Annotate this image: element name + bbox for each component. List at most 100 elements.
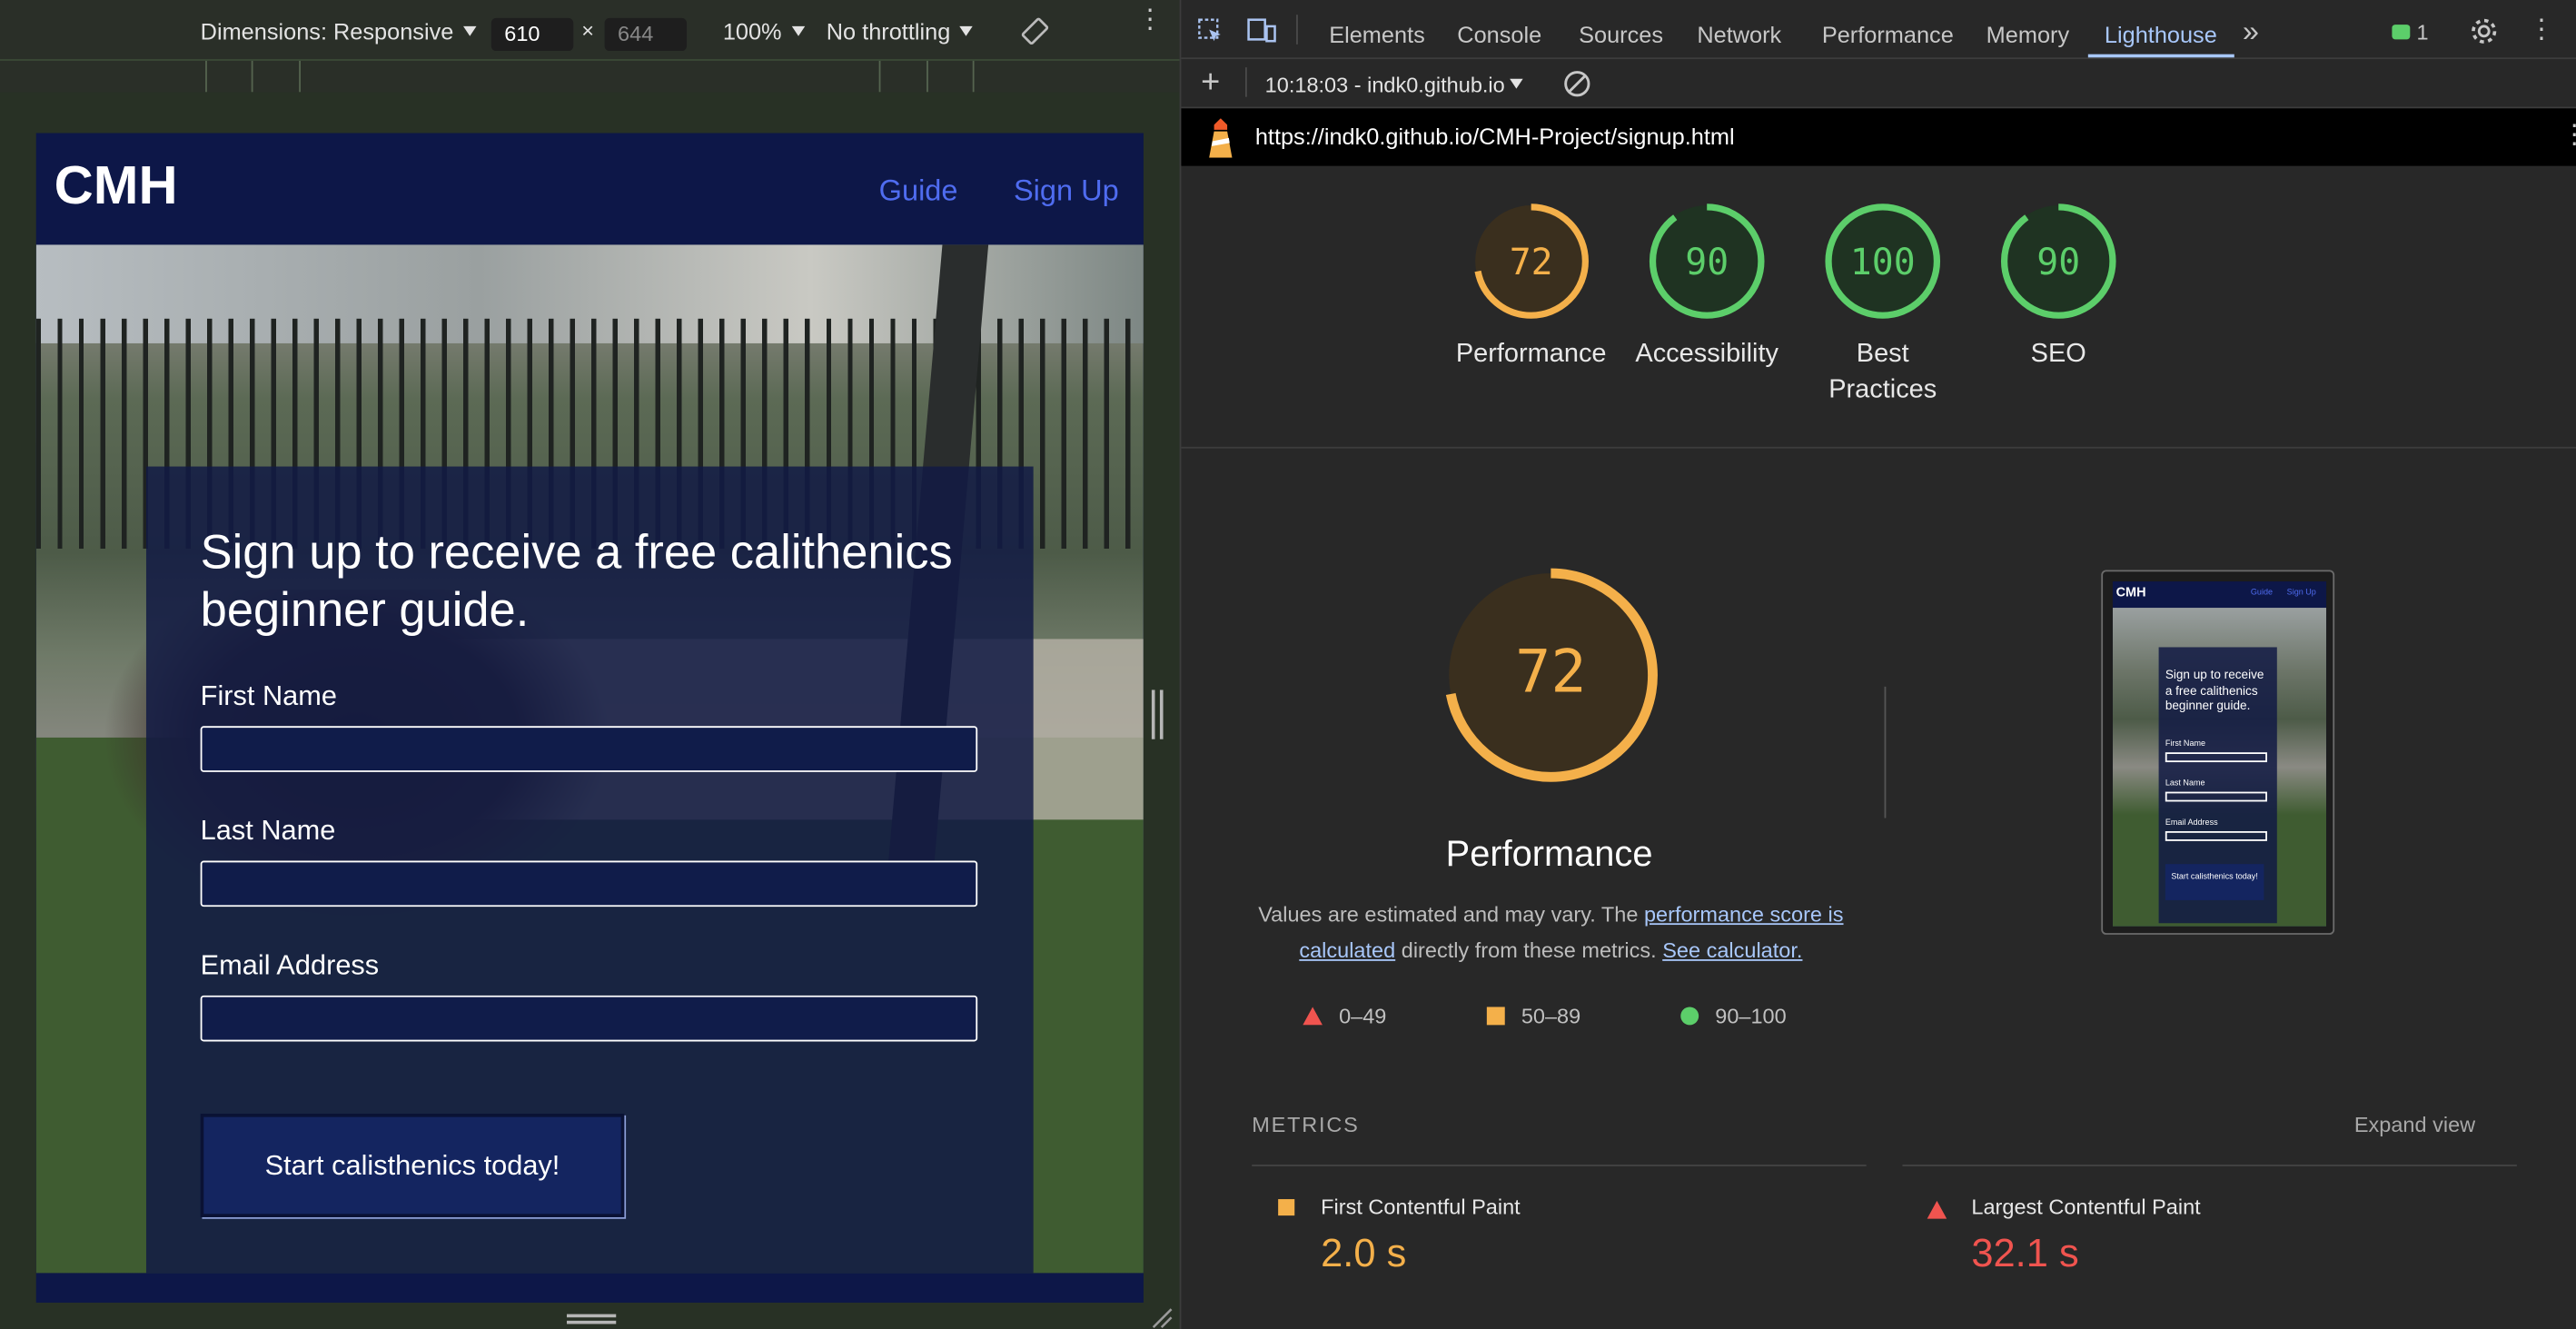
site-header: CMH Guide Sign Up bbox=[35, 133, 1144, 245]
metrics-divider bbox=[1902, 1165, 2517, 1166]
thumbnail-last-name-field bbox=[2165, 791, 2267, 802]
tab-network[interactable]: Network bbox=[1697, 22, 1781, 48]
metrics-divider bbox=[1252, 1165, 1867, 1166]
active-tab-indicator bbox=[2087, 54, 2234, 58]
hero-background-image: Sign up to receive a free calithenics be… bbox=[35, 244, 1144, 1274]
final-screenshot-thumbnail[interactable]: CMH Guide Sign Up Sign up to receive a f… bbox=[2101, 570, 2335, 935]
first-name-field[interactable] bbox=[200, 726, 978, 772]
description-text: directly from these metrics. bbox=[1395, 937, 1663, 963]
email-field[interactable] bbox=[200, 995, 978, 1042]
throttling-dropdown[interactable]: No throttling bbox=[827, 18, 974, 45]
height-input[interactable]: 644 bbox=[604, 17, 688, 52]
start-button[interactable]: Start calisthenics today! bbox=[200, 1114, 625, 1217]
legend-fail: 0–49 bbox=[1303, 1004, 1386, 1028]
legend-pass: 90–100 bbox=[1680, 1003, 1787, 1028]
toolbar-divider bbox=[1296, 15, 1298, 45]
circle-icon bbox=[1680, 1007, 1699, 1026]
dimensions-label: Dimensions: Responsive bbox=[200, 17, 454, 45]
gauge-score: 100 bbox=[1850, 242, 1916, 283]
report-url-bar: https://indk0.github.io/CMH-Project/sign… bbox=[1181, 108, 2576, 166]
thumbnail-heading: Sign up to receive a free calithenics be… bbox=[2165, 667, 2264, 713]
rotate-icon[interactable] bbox=[1020, 16, 1050, 51]
legend-pass-label: 90–100 bbox=[1715, 1003, 1787, 1028]
score-gauge-best-practices[interactable]: 100 Best Practices bbox=[1792, 201, 1973, 410]
thumbnail-start-button: Start calisthenics today! bbox=[2165, 864, 2264, 900]
issues-count: 1 bbox=[2416, 19, 2429, 45]
gauge-score: 90 bbox=[2036, 242, 2080, 283]
times-symbol: × bbox=[581, 17, 595, 44]
gauge-label: Best Practices bbox=[1828, 340, 1937, 404]
issues-icon bbox=[2392, 25, 2411, 40]
emulated-page: CMH Guide Sign Up Sign up to receive a f… bbox=[35, 133, 1144, 1303]
score-gauge-accessibility[interactable]: 90 Accessibility bbox=[1617, 201, 1798, 373]
description-text: Values are estimated and may vary. The bbox=[1258, 901, 1644, 927]
score-gauge-seo[interactable]: 90 SEO bbox=[1968, 201, 2149, 373]
nav-link-guide[interactable]: Guide bbox=[879, 174, 958, 209]
thumbnail-first-name-field bbox=[2165, 752, 2267, 763]
tab-sources[interactable]: Sources bbox=[1579, 22, 1663, 48]
gauge-ring: 72 bbox=[1473, 203, 1589, 319]
metric-lcp-value: 32.1 s bbox=[1971, 1232, 2079, 1277]
legend-average-label: 50–89 bbox=[1521, 1003, 1581, 1028]
inspect-element-icon[interactable] bbox=[1198, 18, 1224, 49]
thumbnail-page: CMH Guide Sign Up Sign up to receive a f… bbox=[2112, 581, 2327, 927]
device-toggle-icon[interactable] bbox=[1247, 18, 1277, 49]
thumbnail-nav-guide: Guide bbox=[2250, 588, 2274, 599]
devtools-panel: Elements Console Sources Network Perform… bbox=[1179, 0, 2576, 1329]
emulated-viewport-pane: Dimensions: Responsive 610 × 644 100% No… bbox=[0, 0, 1180, 1329]
legend-fail-label: 0–49 bbox=[1339, 1003, 1387, 1028]
tab-memory[interactable]: Memory bbox=[1986, 22, 2069, 48]
more-options-icon[interactable]: ⋮ bbox=[2529, 13, 2555, 45]
metrics-heading: METRICS bbox=[1252, 1112, 1360, 1137]
thumbnail-logo: CMH bbox=[2115, 584, 2146, 600]
last-name-field[interactable] bbox=[200, 860, 978, 907]
chevron-down-icon bbox=[463, 25, 477, 36]
throttling-label: No throttling bbox=[826, 17, 951, 45]
tab-performance[interactable]: Performance bbox=[1822, 22, 1954, 48]
tab-console[interactable]: Console bbox=[1457, 22, 1541, 48]
gauge-label: Performance bbox=[1455, 340, 1607, 369]
more-options-icon[interactable]: ⋮ bbox=[1137, 7, 1164, 34]
triangle-icon bbox=[1927, 1197, 1947, 1227]
zoom-dropdown[interactable]: 100% bbox=[723, 18, 805, 45]
gauge-score: 72 bbox=[1510, 242, 1553, 283]
site-logo[interactable]: CMH bbox=[54, 154, 178, 217]
viewport-width-handle[interactable] bbox=[1151, 689, 1164, 742]
width-input[interactable]: 610 bbox=[490, 17, 574, 52]
performance-score-value: 72 bbox=[1515, 638, 1586, 706]
report-selector[interactable]: 10:18:03 - indk0.github.io bbox=[1265, 73, 1523, 97]
performance-title: Performance bbox=[1445, 832, 1653, 875]
report-url[interactable]: https://indk0.github.io/CMH-Project/sign… bbox=[1255, 124, 1735, 150]
signup-form-card: Sign up to receive a free calithenics be… bbox=[145, 466, 1034, 1274]
nav-link-signup[interactable]: Sign Up bbox=[1014, 174, 1119, 209]
gauge-ring: 90 bbox=[2000, 203, 2116, 319]
performance-gauge-large: 72 bbox=[1439, 563, 1662, 795]
triangle-icon bbox=[1303, 1007, 1323, 1026]
media-query-ruler bbox=[0, 59, 1180, 93]
resize-corner-icon[interactable] bbox=[1150, 1307, 1173, 1329]
tab-lighthouse[interactable]: Lighthouse bbox=[2105, 22, 2217, 48]
issues-counter[interactable]: 1 bbox=[2392, 19, 2429, 45]
first-name-label: First Name bbox=[200, 679, 338, 711]
thumbnail-email-field bbox=[2165, 830, 2267, 841]
email-label: Email Address bbox=[200, 949, 380, 981]
gauge-score: 90 bbox=[1685, 242, 1729, 283]
more-options-icon[interactable]: ⋮ bbox=[2561, 118, 2576, 151]
dimensions-dropdown[interactable]: Dimensions: Responsive bbox=[201, 18, 477, 45]
tab-elements[interactable]: Elements bbox=[1329, 22, 1425, 48]
viewport-height-handle[interactable] bbox=[566, 1314, 617, 1329]
signup-heading: Sign up to receive a free calithenics be… bbox=[200, 527, 953, 638]
new-report-icon[interactable]: + bbox=[1201, 64, 1220, 103]
gauge-ring: 90 bbox=[1649, 203, 1765, 319]
performance-gauge-svg: 72 bbox=[1443, 568, 1658, 782]
clear-icon[interactable] bbox=[1562, 69, 1592, 104]
lighthouse-toolbar: + 10:18:03 - indk0.github.io bbox=[1181, 59, 2576, 109]
score-gauge-performance[interactable]: 72 Performance bbox=[1441, 201, 1621, 373]
section-divider bbox=[1181, 446, 2576, 449]
report-time-label: 10:18:03 - indk0.github.io bbox=[1264, 72, 1505, 97]
gear-icon[interactable] bbox=[2469, 16, 2499, 51]
more-tabs-icon[interactable]: » bbox=[2243, 15, 2259, 49]
performance-description: Values are estimated and may vary. The p… bbox=[1247, 897, 1855, 969]
calculator-link[interactable]: See calculator. bbox=[1662, 938, 1802, 963]
expand-view-button[interactable]: Expand view bbox=[2354, 1112, 2475, 1136]
